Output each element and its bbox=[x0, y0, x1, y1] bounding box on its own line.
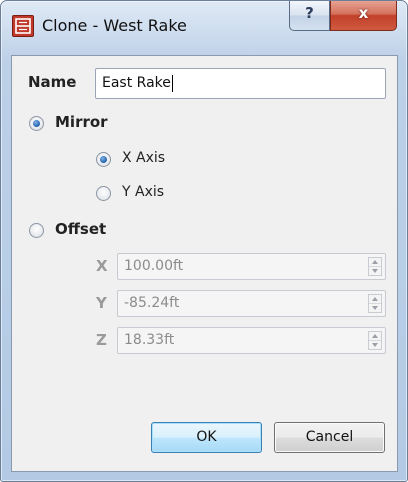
mirror-label: Mirror bbox=[55, 113, 108, 131]
chevron-up-icon bbox=[372, 297, 378, 301]
clone-dialog-window: Clone - West Rake ? x Name East Rake Mir… bbox=[0, 0, 408, 482]
window-title: Clone - West Rake bbox=[42, 16, 187, 35]
offset-y-spinbox[interactable]: -85.24ft bbox=[117, 290, 386, 317]
chevron-up-icon bbox=[372, 334, 378, 338]
offset-x-spinbox[interactable]: 100.00ft bbox=[117, 253, 386, 280]
ok-button[interactable]: OK bbox=[151, 422, 262, 453]
name-label: Name bbox=[28, 73, 77, 91]
name-input[interactable]: East Rake bbox=[95, 68, 386, 99]
offset-label: Offset bbox=[55, 220, 107, 238]
help-button[interactable]: ? bbox=[289, 1, 330, 31]
question-icon: ? bbox=[305, 4, 314, 22]
text-caret bbox=[171, 74, 173, 92]
name-input-value: East Rake bbox=[102, 75, 171, 91]
x-axis-label: X Axis bbox=[122, 150, 166, 166]
offset-x-label: X bbox=[96, 257, 108, 275]
close-button[interactable]: x bbox=[330, 1, 397, 31]
offset-z-value: 18.33ft bbox=[124, 332, 175, 348]
close-icon: x bbox=[358, 4, 369, 22]
dialog-body: Name East Rake Mirror X Axis Y Axis Offs… bbox=[11, 55, 398, 472]
offset-z-spinbox[interactable]: 18.33ft bbox=[117, 327, 386, 354]
offset-radio[interactable] bbox=[29, 223, 44, 238]
offset-x-stepper[interactable] bbox=[368, 257, 382, 276]
chevron-up-icon bbox=[372, 260, 378, 264]
stepper-divider bbox=[369, 340, 381, 341]
chevron-down-icon bbox=[372, 306, 378, 310]
offset-y-value: -85.24ft bbox=[124, 295, 180, 311]
cancel-button[interactable]: Cancel bbox=[274, 422, 385, 453]
y-axis-radio[interactable] bbox=[96, 186, 111, 201]
y-axis-label: Y Axis bbox=[122, 184, 165, 200]
offset-y-label: Y bbox=[96, 294, 107, 312]
offset-x-value: 100.00ft bbox=[124, 258, 184, 274]
mirror-radio[interactable] bbox=[29, 116, 44, 131]
clone-app-icon bbox=[12, 15, 34, 37]
offset-z-label: Z bbox=[96, 331, 107, 349]
stepper-divider bbox=[369, 266, 381, 267]
chevron-down-icon bbox=[372, 343, 378, 347]
chevron-down-icon bbox=[372, 269, 378, 273]
x-axis-radio[interactable] bbox=[96, 152, 111, 167]
offset-y-stepper[interactable] bbox=[368, 294, 382, 313]
stepper-divider bbox=[369, 303, 381, 304]
title-bar[interactable]: Clone - West Rake ? x bbox=[1, 1, 407, 55]
offset-z-stepper[interactable] bbox=[368, 331, 382, 350]
